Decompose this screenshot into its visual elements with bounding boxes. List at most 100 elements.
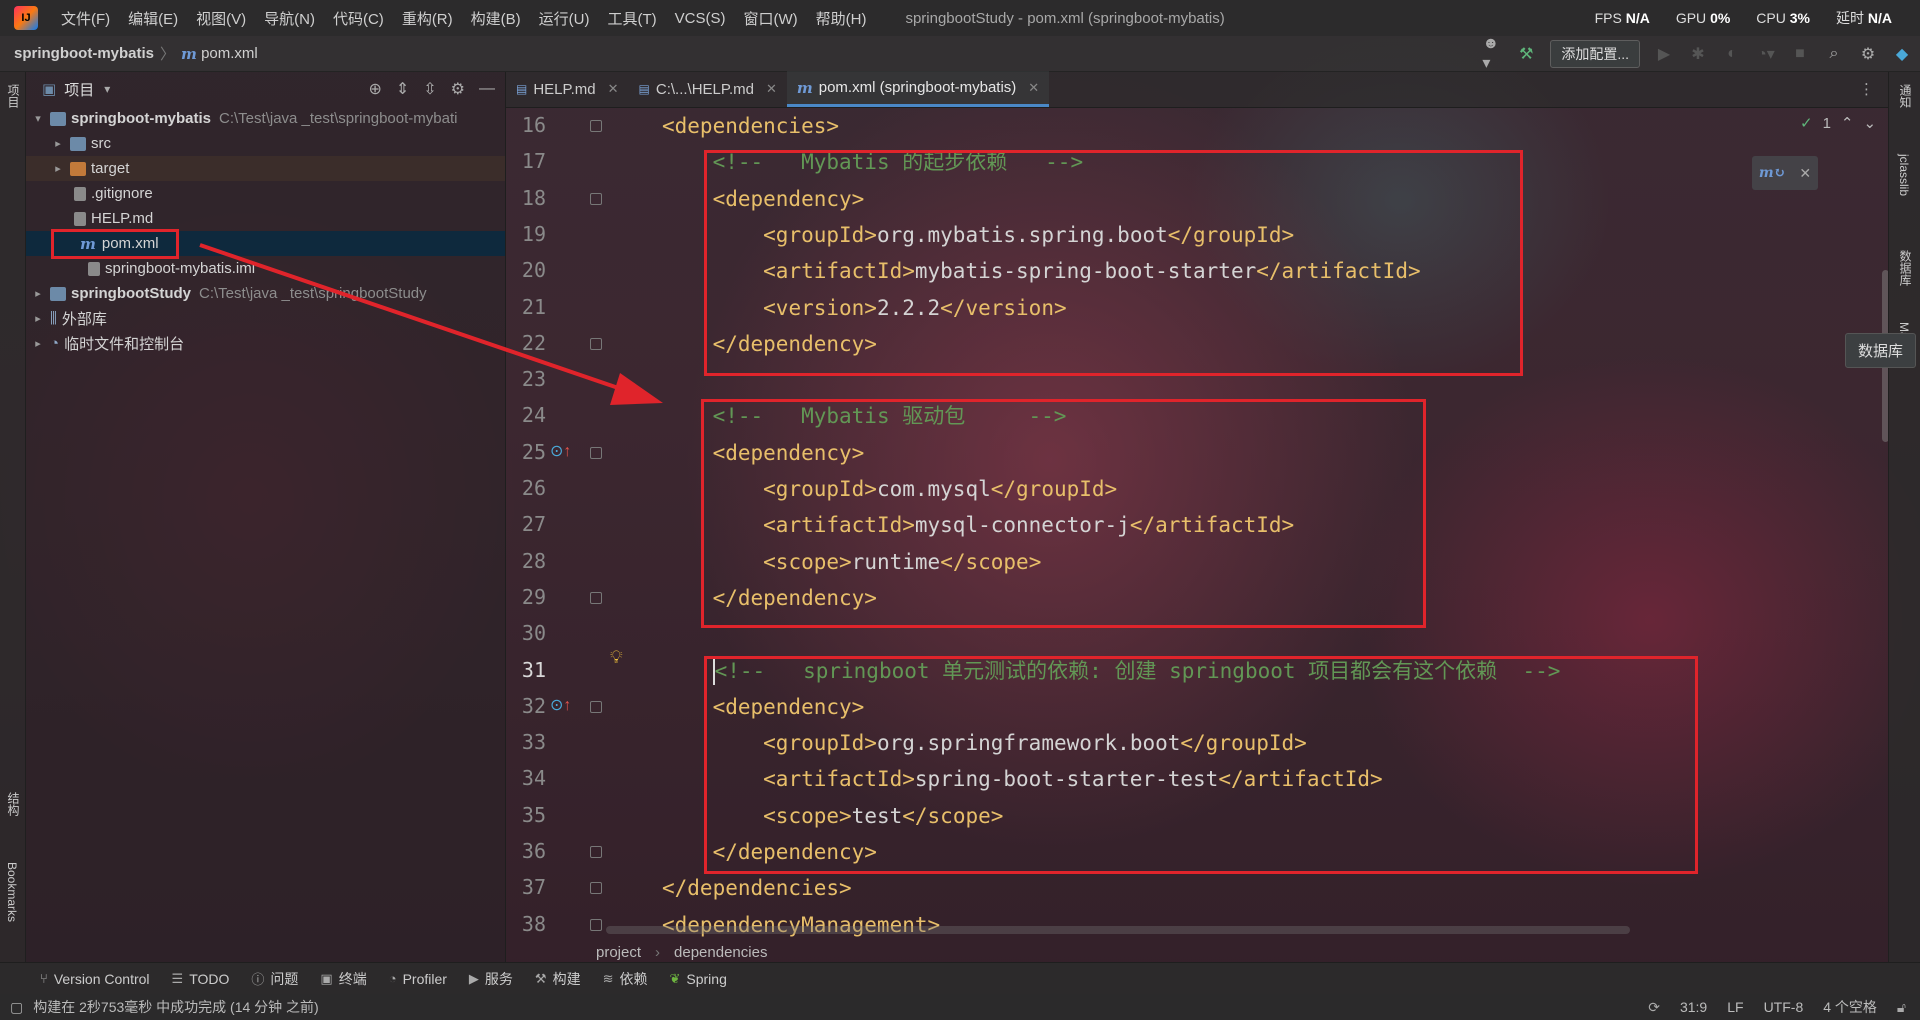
menu-help[interactable]: 帮助(H) [807, 8, 876, 29]
menu-edit[interactable]: 编辑(E) [119, 8, 187, 29]
tab-label: C:\...\HELP.md [655, 80, 754, 98]
tree-item-scratches[interactable]: ▸ ◔ 临时文件和控制台 [26, 331, 505, 356]
caret-position[interactable]: 31:9 [1680, 999, 1707, 1015]
tab-pom-xml[interactable]: m pom.xml (springboot-mybatis) ✕ [786, 71, 1050, 107]
markdown-file-icon [74, 211, 86, 226]
panel-toggle-icon[interactable]: ▢ [10, 999, 23, 1016]
chevron-down-icon[interactable]: ▾ [104, 82, 110, 96]
stop-icon[interactable]: ■ [1790, 44, 1810, 64]
code-line[interactable]: <dependencies> [662, 108, 839, 144]
chevron-down-icon[interactable]: ▾ [30, 112, 46, 125]
tree-item-external-libraries[interactable]: ▸ ⫼ 外部库 [26, 306, 505, 331]
highlight-pom-tree-box [51, 229, 179, 259]
run-config-button[interactable]: 添加配置... [1550, 40, 1640, 68]
locate-icon[interactable]: ⊕ [368, 79, 381, 99]
dependency-override-icon[interactable]: ⊙↑ [550, 441, 571, 461]
lightbulb-icon[interactable]: 💡︎ [610, 647, 623, 668]
chevron-right-icon[interactable]: ▸ [50, 162, 66, 175]
menu-run[interactable]: 运行(U) [530, 8, 599, 29]
performance-monitor: FPS N/A GPU 0% CPU 3% 延时 N/A [1595, 0, 1892, 36]
menu-build[interactable]: 构建(B) [462, 8, 530, 29]
line-number: 30 [521, 621, 546, 646]
services-button[interactable]: ▶ 服务 [469, 969, 513, 989]
expand-all-icon[interactable]: ⇕ [396, 79, 409, 99]
profile-icon[interactable]: ◔▾ [1756, 44, 1776, 64]
tree-item-springboot-mybatis[interactable]: ▾ springboot-mybatis C:\Test\java _test\… [26, 106, 505, 131]
build-button[interactable]: ⚒ 构建 [535, 969, 581, 989]
coverage-icon[interactable]: ◐ [1722, 44, 1742, 64]
profiler-button[interactable]: ◔ Profiler [389, 971, 447, 987]
tree-item-gitignore[interactable]: .gitignore [26, 181, 505, 206]
editor-gutter: 16 17 18 19 20 21 22 23 24 25 ⊙↑ 26 27 28 29 30 31 32 ⊙↑ 33… [506, 108, 602, 936]
hide-icon[interactable]: — [479, 80, 495, 98]
nav-toolbar: ☻▾ ⚒ 添加配置... ▶ ✱ ◐ ◔▾ ■ ⌕ ⚙ ◆ [1482, 35, 1912, 72]
intellij-logo-icon: IJ [14, 6, 38, 30]
version-control-button[interactable]: ⑂ Version Control [40, 971, 150, 987]
line-number: 32 [521, 693, 546, 718]
menu-code[interactable]: 代码(C) [324, 8, 393, 29]
tree-item-springbootstudy[interactable]: ▸ springbootStudy C:\Test\java _test\spr… [26, 281, 505, 306]
tab-help-md-external[interactable]: ▤ C:\...\HELP.md ✕ [629, 71, 787, 107]
markdown-file-icon: ▤ [516, 82, 528, 96]
chevron-right-icon[interactable]: ▸ [50, 137, 66, 150]
search-icon[interactable]: ⌕ [1824, 44, 1844, 64]
breadcrumb-dependencies[interactable]: dependencies [674, 944, 767, 961]
code-line[interactable]: </dependencies> [662, 870, 852, 906]
lock-icon[interactable]: 🔓︎ [1897, 999, 1906, 1016]
status-message[interactable]: 构建在 2秒753毫秒 中成功完成 (14 分钟 之前) [33, 997, 319, 1017]
structure-tool-button[interactable]: 结构 [5, 792, 22, 816]
close-icon[interactable]: ✕ [766, 81, 777, 97]
line-number: 31 [521, 657, 546, 682]
todo-button[interactable]: ☰ TODO [172, 971, 230, 987]
tree-item-iml[interactable]: springboot-mybatis.iml [26, 256, 505, 281]
horizontal-scrollbar[interactable] [606, 926, 1630, 934]
project-tool-button[interactable]: 项目 [5, 84, 22, 108]
notifications-tool-button[interactable]: 通知 [1897, 84, 1914, 108]
tab-help-md[interactable]: ▤ HELP.md ✕ [506, 71, 629, 107]
menu-file[interactable]: 文件(F) [52, 8, 119, 29]
dependency-override-icon[interactable]: ⊙↑ [550, 695, 571, 715]
chevron-right-icon[interactable]: ▸ [30, 337, 46, 350]
build-hammer-icon[interactable]: ⚒ [1516, 44, 1536, 64]
line-number: 18 [521, 185, 546, 210]
debug-icon[interactable]: ✱ [1688, 44, 1708, 64]
tree-item-src[interactable]: ▸ src [26, 131, 505, 156]
menu-vcs[interactable]: VCS(S) [666, 10, 735, 27]
project-panel-title[interactable]: 项目 [64, 79, 94, 100]
close-icon[interactable]: ✕ [608, 81, 619, 97]
database-tool-button[interactable]: 数据库 [1897, 250, 1914, 286]
close-icon[interactable]: ✕ [1028, 80, 1039, 96]
nav-file[interactable]: pom.xml [201, 45, 258, 62]
right-tool-stripe: 通知 jclasslib 数据库 Maven [1888, 72, 1920, 962]
menu-navigate[interactable]: 导航(N) [255, 8, 324, 29]
tree-item-help-md[interactable]: HELP.md [26, 206, 505, 231]
problems-button[interactable]: ⓘ 问题 [251, 969, 298, 989]
tree-item-label: .gitignore [91, 185, 153, 202]
bookmarks-tool-button[interactable]: Bookmarks [5, 862, 19, 922]
breadcrumb-project[interactable]: project [596, 944, 641, 961]
chevron-right-icon[interactable]: ▸ [30, 287, 46, 300]
jclasslib-tool-button[interactable]: jclasslib [1897, 154, 1911, 196]
file-encoding[interactable]: UTF-8 [1764, 999, 1804, 1015]
tree-item-target[interactable]: ▸ target [26, 156, 505, 181]
line-separator[interactable]: LF [1727, 999, 1743, 1015]
settings-gear-icon[interactable]: ⚙ [1858, 44, 1878, 64]
nav-project[interactable]: springboot-mybatis [14, 45, 154, 62]
menu-refactor[interactable]: 重构(R) [393, 8, 462, 29]
menu-view[interactable]: 视图(V) [187, 8, 255, 29]
menu-window[interactable]: 窗口(W) [734, 8, 806, 29]
dependencies-button[interactable]: ≋ 依赖 [603, 969, 648, 989]
terminal-button[interactable]: ▣ 终端 [320, 969, 366, 989]
navigation-bar: springboot-mybatis 〉 m pom.xml ☻▾ ⚒ 添加配置… [0, 35, 1920, 72]
chevron-right-icon[interactable]: ▸ [30, 312, 46, 325]
folder-icon [70, 136, 86, 151]
menu-tools[interactable]: 工具(T) [598, 8, 665, 29]
toolbox-icon[interactable]: ◆ [1892, 44, 1912, 64]
spring-button[interactable]: ❦ Spring [669, 971, 726, 987]
gear-icon[interactable]: ⚙ [451, 79, 465, 99]
user-icon[interactable]: ☻▾ [1482, 35, 1502, 72]
indent-setting[interactable]: 4 个空格 [1823, 997, 1877, 1017]
more-tabs-icon[interactable]: ⋮ [1859, 80, 1874, 98]
run-icon[interactable]: ▶ [1654, 44, 1674, 64]
collapse-all-icon[interactable]: ⇳ [423, 79, 436, 99]
